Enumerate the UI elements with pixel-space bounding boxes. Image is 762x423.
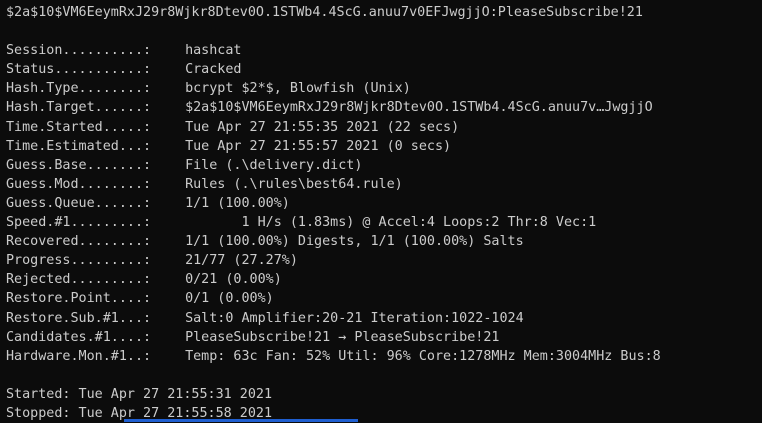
status-row: Candidates.#1....: PleaseSubscribe!21 → …	[6, 328, 758, 347]
stopped-line: Stopped: Tue Apr 27 21:55:58 2021	[6, 405, 273, 421]
status-row: Restore.Sub.#1...: Salt:0 Amplifier:20-2…	[6, 309, 758, 328]
status-row: Guess.Base.......: File (.\delivery.dict…	[6, 156, 758, 175]
status-value: Cracked	[185, 62, 242, 78]
status-row: Rejected.........: 0/21 (0.00%)	[6, 270, 758, 289]
status-value: bcrypt $2*$, Blowfish (Unix)	[185, 81, 411, 97]
terminal-output[interactable]: $2a$10$VM6EeymRxJ29r8Wjkr8Dtev0O.1STWb4.…	[6, 3, 758, 423]
status-value: Salt:0 Amplifier:20-21 Iteration:1022-10…	[185, 310, 524, 326]
status-row: Hash.Target......: $2a$10$VM6EeymRxJ29r8…	[6, 98, 758, 117]
status-key: Hash.Type........:	[6, 81, 152, 97]
status-key: Time.Estimated...:	[6, 138, 152, 154]
status-value: 0/21 (0.00%)	[185, 272, 282, 288]
status-key: Recovered........:	[6, 234, 152, 250]
status-key: Candidates.#1....:	[6, 329, 152, 345]
status-value: hashcat	[185, 43, 242, 59]
status-row: Hash.Type........: bcrypt $2*$, Blowfish…	[6, 79, 758, 98]
status-value: File (.\delivery.dict)	[185, 157, 363, 173]
status-key: Rejected.........:	[6, 272, 152, 288]
status-row: Session..........: hashcat	[6, 41, 758, 60]
status-value: Tue Apr 27 21:55:57 2021 (0 secs)	[185, 138, 452, 154]
status-key: Time.Started.....:	[6, 119, 152, 135]
status-key: Progress.........:	[6, 253, 152, 269]
status-key: Guess.Queue......:	[6, 195, 152, 211]
status-key: Session..........:	[6, 43, 152, 59]
status-key: Hardware.Mon.#1..:	[6, 348, 152, 364]
status-block: Session..........: hashcat Status........…	[6, 41, 758, 366]
started-line: Started: Tue Apr 27 21:55:31 2021	[6, 386, 273, 402]
status-value: Rules (.\rules\best64.rule)	[185, 176, 403, 192]
status-key: Restore.Sub.#1...:	[6, 310, 152, 326]
status-row: Hardware.Mon.#1..: Temp: 63c Fan: 52% Ut…	[6, 347, 758, 366]
status-key: Hash.Target......:	[6, 100, 152, 116]
status-row: Time.Estimated...: Tue Apr 27 21:55:57 2…	[6, 137, 758, 156]
status-key: Speed.#1.........:	[6, 215, 152, 231]
status-row: Progress.........: 21/77 (27.27%)	[6, 251, 758, 270]
status-value: 1 H/s (1.83ms) @ Accel:4 Loops:2 Thr:8 V…	[185, 215, 597, 231]
status-value: 0/1 (0.00%)	[185, 291, 274, 307]
status-key: Restore.Point....:	[6, 291, 152, 307]
status-row: Recovered........: 1/1 (100.00%) Digests…	[6, 232, 758, 251]
status-value: $2a$10$VM6EeymRxJ29r8Wjkr8Dtev0O.1STWb4.…	[185, 100, 653, 116]
status-value: Tue Apr 27 21:55:35 2021 (22 secs)	[185, 119, 460, 135]
status-key: Guess.Base.......:	[6, 157, 152, 173]
status-row: Guess.Mod........: Rules (.\rules\best64…	[6, 175, 758, 194]
status-row: Restore.Point....: 0/1 (0.00%)	[6, 289, 758, 308]
status-value: 21/77 (27.27%)	[185, 253, 298, 269]
status-value: PleaseSubscribe!21 → PleaseSubscribe!21	[185, 329, 500, 345]
status-row: Guess.Queue......: 1/1 (100.00%)	[6, 194, 758, 213]
status-row: Status...........: Cracked	[6, 60, 758, 79]
status-row: Speed.#1.........: 1 H/s (1.83ms) @ Acce…	[6, 213, 758, 232]
cracked-hash-line: $2a$10$VM6EeymRxJ29r8Wjkr8Dtev0O.1STWb4.…	[6, 5, 643, 20]
status-key: Status...........:	[6, 62, 152, 78]
status-value: Temp: 63c Fan: 52% Util: 96% Core:1278MH…	[185, 348, 661, 364]
status-row: Time.Started.....: Tue Apr 27 21:55:35 2…	[6, 118, 758, 137]
status-key: Guess.Mod........:	[6, 176, 152, 192]
status-value: 1/1 (100.00%) Digests, 1/1 (100.00%) Sal…	[185, 234, 524, 250]
status-value: 1/1 (100.00%)	[185, 195, 290, 211]
